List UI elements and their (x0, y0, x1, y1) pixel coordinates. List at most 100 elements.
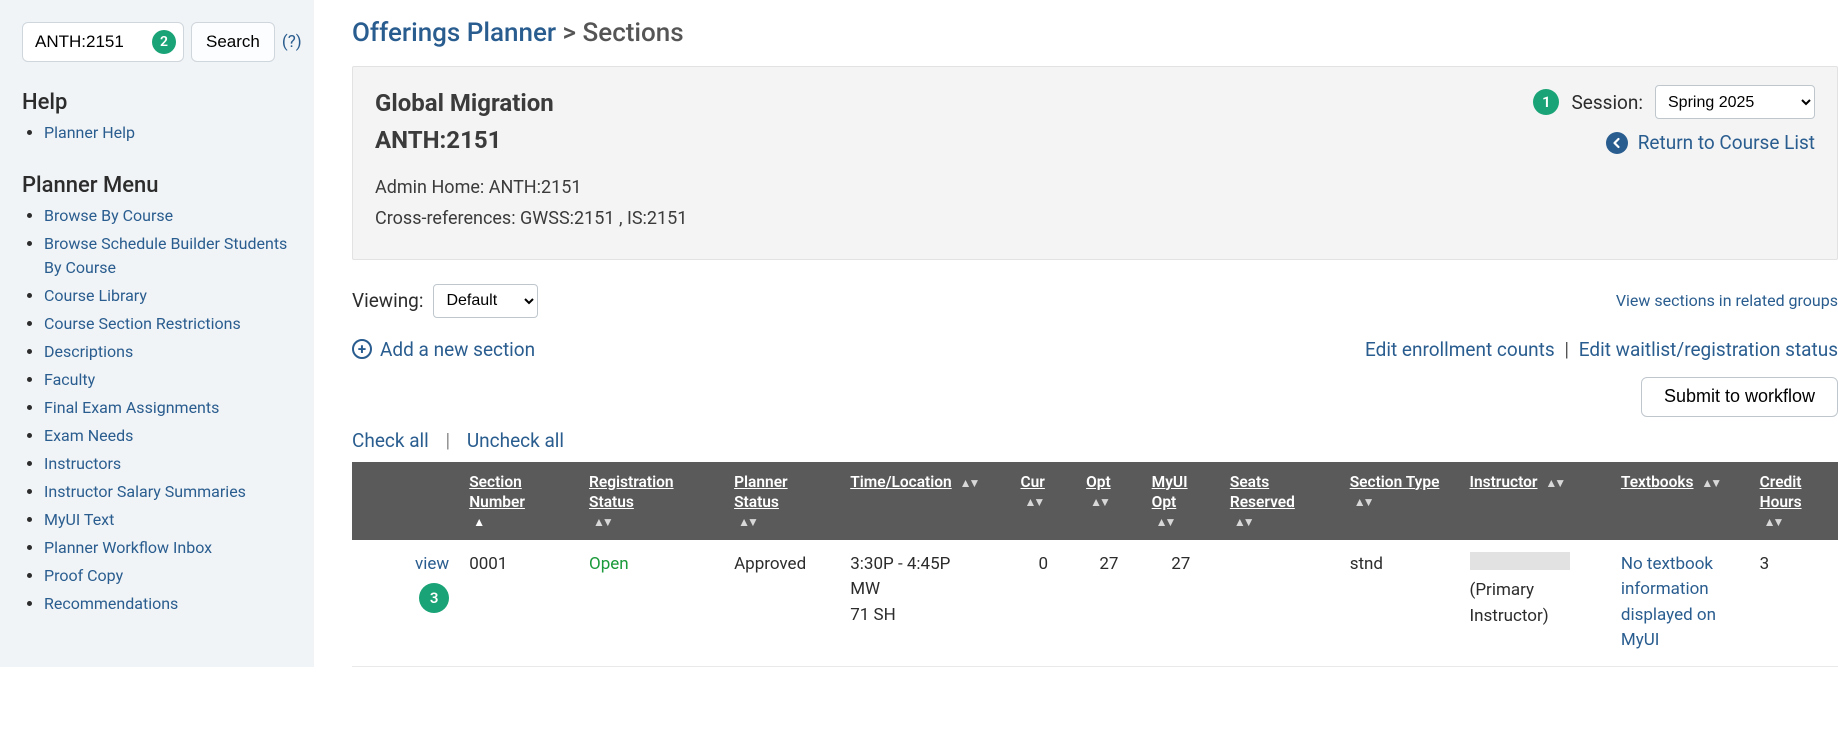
session-label: Session: (1571, 91, 1643, 114)
check-all-link[interactable]: Check all (352, 429, 429, 452)
edit-waitlist-status-link[interactable]: Edit waitlist/registration status (1579, 338, 1838, 361)
add-section-link[interactable]: Add a new section (380, 338, 535, 361)
cell-opt: 27 (1076, 540, 1142, 667)
cell-textbooks: No textbook information displayed on MyU… (1611, 540, 1750, 667)
sort-icon: ▲▼ (1090, 495, 1108, 509)
edit-enrollment-counts-link[interactable]: Edit enrollment counts (1365, 338, 1555, 361)
course-header-box: Global Migration ANTH:2151 Admin Home: A… (352, 66, 1838, 260)
cell-registration-status: Open (579, 540, 724, 667)
breadcrumb: Offerings Planner > Sections (352, 18, 1838, 48)
sort-icon: ▲▼ (960, 476, 978, 490)
sort-asc-icon: ▲ (473, 515, 482, 529)
menu-browse-schedule-builder[interactable]: Browse Schedule Builder Students By Cour… (44, 234, 287, 277)
cell-credit-hours: 3 (1750, 540, 1838, 667)
col-section-number[interactable]: Section Number ▲ (459, 462, 579, 540)
add-section[interactable]: + Add a new section (352, 338, 535, 361)
search-button[interactable]: Search (191, 22, 275, 62)
session-select[interactable]: Spring 2025 (1655, 85, 1815, 119)
cell-instructor: (Primary Instructor) (1460, 540, 1611, 667)
breadcrumb-current: Sections (583, 18, 684, 48)
time-line-1: 3:30P - 4:45P (850, 554, 950, 574)
menu-exam-needs[interactable]: Exam Needs (44, 426, 133, 445)
cell-cur: 0 (1011, 540, 1077, 667)
check-divider: | (446, 429, 451, 452)
menu-course-section-restrictions[interactable]: Course Section Restrictions (44, 314, 241, 333)
menu-proof-copy[interactable]: Proof Copy (44, 566, 123, 585)
sort-icon: ▲▼ (1025, 495, 1043, 509)
col-time-location[interactable]: Time/Location ▲▼ (840, 462, 1010, 540)
col-credit-hours[interactable]: Credit Hours ▲▼ (1750, 462, 1838, 540)
sidebar: 2 Search (?) Help Planner Help Planner M… (0, 0, 314, 667)
menu-recommendations[interactable]: Recommendations (44, 594, 178, 613)
planner-menu-heading: Planner Menu (22, 173, 292, 198)
breadcrumb-offerings-planner[interactable]: Offerings Planner (352, 18, 556, 48)
return-row: Return to Course List (1606, 131, 1815, 154)
help-link-planner-help[interactable]: Planner Help (44, 123, 135, 142)
help-heading: Help (22, 90, 292, 115)
col-checkbox (352, 462, 390, 540)
view-related-groups-link[interactable]: View sections in related groups (1616, 291, 1838, 310)
menu-final-exam-assignments[interactable]: Final Exam Assignments (44, 398, 219, 417)
status-open: Open (589, 554, 629, 574)
sort-icon: ▲▼ (1701, 476, 1719, 490)
col-opt[interactable]: Opt ▲▼ (1076, 462, 1142, 540)
cell-myui-opt: 27 (1142, 540, 1220, 667)
help-section: Help Planner Help (22, 90, 292, 145)
main-content: Offerings Planner > Sections Global Migr… (314, 0, 1838, 667)
back-arrow-icon (1606, 132, 1628, 154)
viewing-select[interactable]: Default (433, 284, 538, 318)
col-section-type[interactable]: Section Type ▲▼ (1340, 462, 1460, 540)
course-code: ANTH:2151 (375, 126, 501, 154)
admin-home-label: Admin Home: (375, 177, 484, 198)
textbooks-link[interactable]: No textbook information displayed on MyU… (1621, 554, 1716, 651)
sort-icon: ▲▼ (738, 515, 756, 529)
planner-menu-list: Browse By Course Browse Schedule Builder… (22, 204, 292, 616)
sections-table: Section Number ▲ Registration Status ▲▼ … (352, 462, 1838, 667)
return-to-course-list-link[interactable]: Return to Course List (1638, 131, 1815, 154)
check-row: Check all | Uncheck all (352, 429, 1838, 452)
link-divider: | (1564, 338, 1569, 361)
view-section-link[interactable]: view (415, 554, 449, 574)
col-textbooks[interactable]: Textbooks ▲▼ (1611, 462, 1750, 540)
menu-descriptions[interactable]: Descriptions (44, 342, 133, 361)
admin-home-value: ANTH:2151 (489, 177, 582, 198)
xref-value: GWSS:2151 , IS:2151 (520, 208, 687, 229)
search-help-link[interactable]: (?) (282, 32, 302, 52)
menu-myui-text[interactable]: MyUI Text (44, 510, 114, 529)
menu-course-library[interactable]: Course Library (44, 286, 147, 305)
sort-icon: ▲▼ (1156, 515, 1174, 529)
sections-tbody: view 3 0001 Open Approved 3:30P - 4:45P … (352, 540, 1838, 667)
menu-instructor-salary-summaries[interactable]: Instructor Salary Summaries (44, 482, 246, 501)
menu-planner-workflow-inbox[interactable]: Planner Workflow Inbox (44, 538, 212, 557)
uncheck-all-link[interactable]: Uncheck all (467, 429, 564, 452)
planner-menu-section: Planner Menu Browse By Course Browse Sch… (22, 173, 292, 616)
viewing-label: Viewing: (352, 289, 423, 312)
instructor-role: (Primary Instructor) (1470, 580, 1549, 626)
col-instructor[interactable]: Instructor ▲▼ (1460, 462, 1611, 540)
plus-circle-icon: + (352, 339, 372, 359)
table-row: view 3 0001 Open Approved 3:30P - 4:45P … (352, 540, 1838, 667)
viewing-row: Viewing: Default View sections in relate… (352, 284, 1838, 318)
breadcrumb-sep: > (563, 18, 577, 48)
submit-to-workflow-button[interactable]: Submit to workflow (1641, 377, 1838, 417)
cell-time-location: 3:30P - 4:45P MW 71 SH (840, 540, 1010, 667)
search-row: 2 Search (?) (22, 22, 292, 62)
cell-checkbox[interactable] (352, 540, 390, 667)
sort-icon: ▲▼ (1234, 515, 1252, 529)
menu-faculty[interactable]: Faculty (44, 370, 95, 389)
cell-seats-reserved (1220, 540, 1340, 667)
col-cur[interactable]: Cur ▲▼ (1011, 462, 1077, 540)
course-name: Global Migration (375, 89, 554, 117)
col-registration-status[interactable]: Registration Status ▲▼ (579, 462, 724, 540)
course-meta: Admin Home: ANTH:2151 Cross-references: … (375, 173, 1815, 234)
col-planner-status[interactable]: Planner Status ▲▼ (724, 462, 840, 540)
cell-section-type: stnd (1340, 540, 1460, 667)
menu-instructors[interactable]: Instructors (44, 454, 121, 473)
col-myui-opt[interactable]: MyUI Opt ▲▼ (1142, 462, 1220, 540)
col-view (390, 462, 459, 540)
menu-browse-by-course[interactable]: Browse By Course (44, 206, 173, 225)
session-row: 1 Session: Spring 2025 (1533, 85, 1815, 119)
col-seats-reserved[interactable]: Seats Reserved ▲▼ (1220, 462, 1340, 540)
instructor-name-redacted (1470, 552, 1570, 570)
sort-icon: ▲▼ (1354, 495, 1372, 509)
